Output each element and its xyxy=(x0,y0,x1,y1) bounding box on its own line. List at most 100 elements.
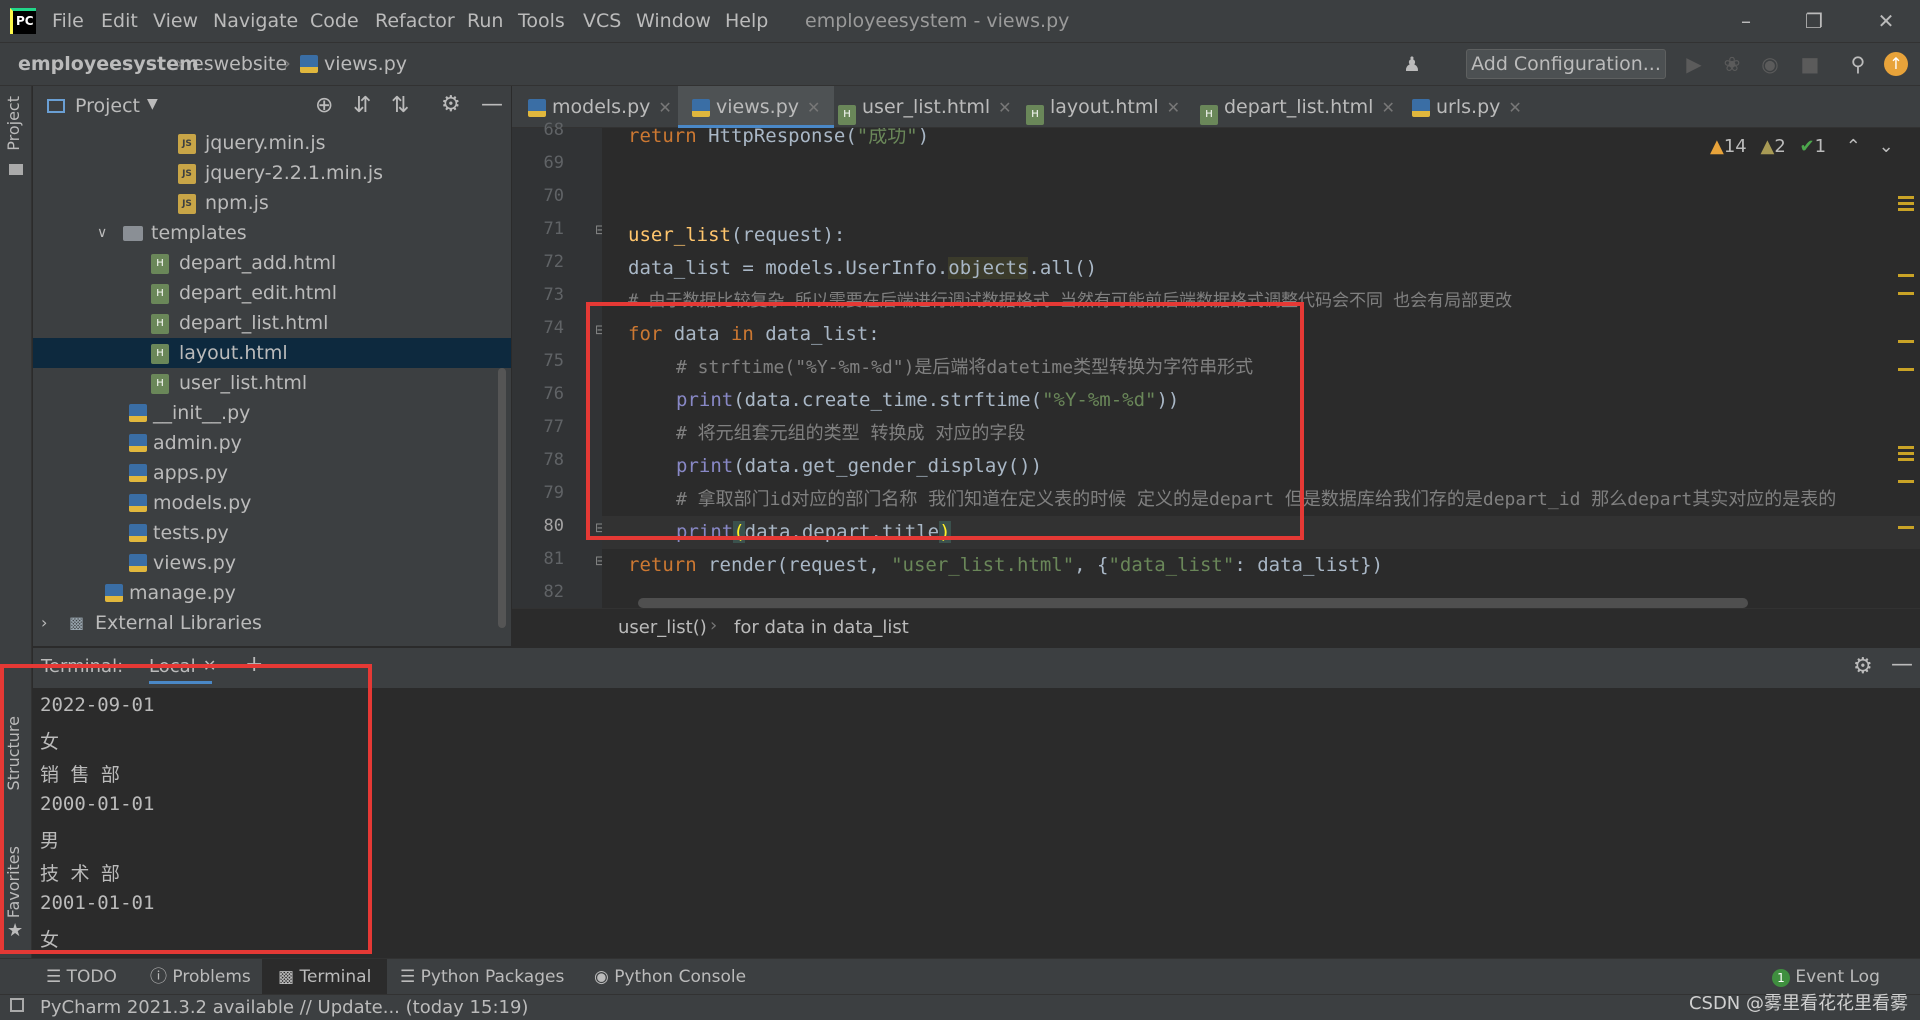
project-tree: JS jquery.min.js JS jquery-2.2.1.min.js JS… xyxy=(33,128,511,646)
menu-edit[interactable]: Edit xyxy=(101,10,138,32)
tree-item[interactable]: Hdepart_add.html xyxy=(33,248,511,278)
add-configuration-button[interactable]: Add Configuration... xyxy=(1466,49,1666,79)
search-icon[interactable]: ⚲ xyxy=(1846,52,1870,76)
python-file-icon xyxy=(129,434,147,452)
line-number: 81 xyxy=(543,549,564,569)
menu-vcs[interactable]: VCS xyxy=(583,10,621,32)
tree-item[interactable]: apps.py xyxy=(33,458,511,488)
error-stripe[interactable] xyxy=(1898,190,1914,590)
locate-icon[interactable]: ⊕ xyxy=(315,93,333,118)
status-bar: PyCharm 2021.3.2 available // Update... … xyxy=(0,994,1920,1020)
expand-all-icon[interactable]: ⇵ xyxy=(353,93,371,118)
gear-icon[interactable]: ⚙ xyxy=(441,92,461,117)
tab-problems[interactable]: ⓘ Problems xyxy=(150,959,251,995)
menu-help[interactable]: Help xyxy=(725,10,768,32)
tree-item[interactable]: admin.py xyxy=(33,428,511,458)
update-icon[interactable]: ↑ xyxy=(1884,52,1908,76)
editor-breadcrumb: user_list() › for data in data_list xyxy=(512,608,1920,648)
tree-item-label: npm.js xyxy=(205,192,269,214)
close-icon[interactable]: ✕ xyxy=(1866,4,1906,38)
chevron-down-icon[interactable]: ⌄ xyxy=(1879,136,1894,157)
watermark-text: CSDN @雾里看花花里看雾 xyxy=(1688,993,1908,1014)
tree-item-folder[interactable]: ∨ templates xyxy=(33,218,511,248)
tab-label: user_list.html xyxy=(862,96,991,118)
horizontal-scrollbar[interactable] xyxy=(638,598,1748,608)
menu-window[interactable]: Window xyxy=(636,10,711,32)
chevron-down-icon[interactable]: ∨ xyxy=(97,218,107,248)
tab-urls-py[interactable]: urls.py ✕ xyxy=(1412,86,1522,128)
user-icon[interactable]: ♟ xyxy=(1400,52,1424,76)
tab-views-py[interactable]: views.py ✕ xyxy=(678,86,835,128)
chevron-down-icon[interactable]: ▼ xyxy=(147,96,158,112)
tree-item-selected[interactable]: Hlayout.html xyxy=(33,338,511,368)
inspection-widget[interactable]: ▲14 ▲2 ✔1 ⌃ ⌄ xyxy=(1710,136,1894,157)
close-tab-icon[interactable]: ✕ xyxy=(998,98,1011,117)
tree-scrollbar[interactable] xyxy=(498,368,506,628)
menu-refactor[interactable]: Refactor xyxy=(375,10,455,32)
hide-panel-icon[interactable]: — xyxy=(481,92,503,117)
tree-item-label: External Libraries xyxy=(95,612,262,634)
tree-item-label: jquery.min.js xyxy=(205,132,326,154)
collapse-all-icon[interactable]: ⇅ xyxy=(391,93,409,118)
menu-file[interactable]: File xyxy=(52,10,84,32)
tab-label: depart_list.html xyxy=(1224,96,1374,118)
menu-tools[interactable]: Tools xyxy=(518,10,565,32)
menu-code[interactable]: Code xyxy=(310,10,359,32)
menu-run[interactable]: Run xyxy=(467,10,503,32)
tree-item[interactable]: models.py xyxy=(33,488,511,518)
project-view-selector[interactable]: Project xyxy=(75,95,140,117)
tab-user-list-html[interactable]: Huser_list.html ✕ xyxy=(838,86,1012,128)
tab-terminal[interactable]: ▩ Terminal xyxy=(262,959,388,995)
breadcrumb-file[interactable]: views.py xyxy=(324,53,407,75)
debug-icon[interactable]: ❀ xyxy=(1720,52,1744,76)
tree-item[interactable]: __init__.py xyxy=(33,398,511,428)
restore-icon[interactable]: ❐ xyxy=(1794,4,1834,38)
chevron-up-icon[interactable]: ⌃ xyxy=(1846,136,1861,157)
close-tab-icon[interactable]: ✕ xyxy=(807,98,820,117)
tab-layout-html[interactable]: Hlayout.html ✕ xyxy=(1026,86,1180,128)
chevron-right-icon[interactable]: › xyxy=(41,608,47,638)
hide-panel-icon[interactable]: — xyxy=(1891,652,1913,677)
status-message[interactable]: PyCharm 2021.3.2 available // Update... … xyxy=(40,997,528,1018)
terminal-icon: ▩ xyxy=(278,967,300,987)
tab-depart-list-html[interactable]: Hdepart_list.html ✕ xyxy=(1200,86,1395,128)
close-tab-icon[interactable]: ✕ xyxy=(658,98,671,117)
tree-item[interactable]: Huser_list.html xyxy=(33,368,511,398)
menu-navigate[interactable]: Navigate xyxy=(213,10,298,32)
tree-item-label: user_list.html xyxy=(179,372,308,394)
breadcrumb-loop[interactable]: for data in data_list xyxy=(734,617,909,638)
stop-icon[interactable]: ■ xyxy=(1798,52,1822,76)
breadcrumb-function[interactable]: user_list() xyxy=(618,617,707,638)
python-file-icon xyxy=(1412,99,1430,117)
warning-icon: ▲ xyxy=(1710,136,1724,157)
tree-item[interactable]: JS npm.js xyxy=(33,188,511,218)
line-number: 73 xyxy=(543,285,564,305)
close-tab-icon[interactable]: ✕ xyxy=(1167,98,1180,117)
tab-python-console[interactable]: ◉ Python Console xyxy=(594,959,746,995)
tree-item[interactable]: manage.py xyxy=(33,578,511,608)
close-tab-icon[interactable]: ✕ xyxy=(1508,98,1521,117)
warning-count: 14 xyxy=(1723,136,1747,157)
tree-item[interactable]: views.py xyxy=(33,548,511,578)
close-tab-icon[interactable]: ✕ xyxy=(1381,98,1394,117)
tree-item[interactable]: Hdepart_edit.html xyxy=(33,278,511,308)
tree-item-libraries[interactable]: › ▩ External Libraries xyxy=(33,608,511,638)
minimize-icon[interactable]: – xyxy=(1726,4,1766,38)
coverage-icon[interactable]: ◉ xyxy=(1758,52,1782,76)
run-icon[interactable]: ▶ xyxy=(1682,52,1706,76)
panel-toggle-icon[interactable] xyxy=(10,998,24,1012)
breadcrumb-folder[interactable]: eswebsite xyxy=(192,53,287,75)
menu-view[interactable]: View xyxy=(153,10,198,32)
tree-item[interactable]: tests.py xyxy=(33,518,511,548)
js-file-icon: JS xyxy=(178,194,196,214)
tree-item[interactable]: JS jquery-2.2.1.min.js xyxy=(33,158,511,188)
tab-project-side[interactable]: Project xyxy=(4,96,23,151)
tree-item[interactable]: JS jquery.min.js xyxy=(33,128,511,158)
tab-todo[interactable]: ☰ TODO xyxy=(46,959,117,995)
navigation-bar: employeesystem › eswebsite › views.py ♟ … xyxy=(0,42,1920,86)
tree-item[interactable]: Hdepart_list.html xyxy=(33,308,511,338)
breadcrumb-project[interactable]: employeesystem xyxy=(18,53,199,75)
breadcrumb-separator-icon: › xyxy=(175,51,183,75)
tab-python-packages[interactable]: ☰ Python Packages xyxy=(400,959,564,995)
gear-icon[interactable]: ⚙ xyxy=(1853,654,1873,679)
